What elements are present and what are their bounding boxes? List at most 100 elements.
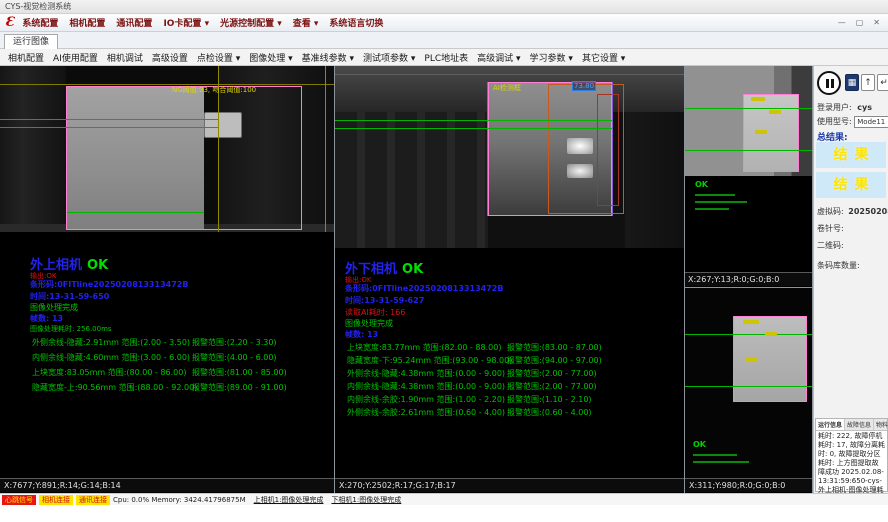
ai-box-label: AI检测框	[493, 83, 521, 93]
info-panel: 运行信息 故障信息 物料信息 耗时: 222, 故障停机耗时: 17, 故障分离…	[815, 418, 888, 492]
pixel-coordinates: X:311;Y:980;R:0;G:0;B:0	[685, 478, 812, 492]
needle-row: 卷针号:	[817, 223, 844, 234]
alarm-range: 报警范围:(2.20 - 3.30)	[192, 337, 277, 348]
preview-bottom-image[interactable]: OK	[685, 288, 812, 478]
menu-io-config[interactable]: IO卡配置 ▾	[163, 16, 209, 29]
app-window: CYS-视觉检测系统 Ɛ 系统配置 相机配置 通讯配置 IO卡配置 ▾ 光源控制…	[0, 0, 888, 522]
window-title: CYS-视觉检测系统	[5, 2, 71, 11]
tab-material-info[interactable]: 物料信息	[874, 419, 888, 430]
alarm-range: 报警范围:(94.00 - 97.00)	[507, 355, 602, 366]
measure-text: 上块宽度:83.77mm 范围:(82.00 - 88.00)	[347, 342, 507, 353]
tab-run-image[interactable]: 运行图像	[4, 34, 58, 49]
menu-camera-config[interactable]: 相机配置	[69, 16, 105, 29]
tab-fault-info[interactable]: 故障信息	[845, 419, 874, 430]
measure-text: 上块宽度:83.05mm 范围:(80.00 - 86.00)	[32, 367, 192, 378]
pixel-coordinates: X:270;Y:2502;R:17;G:17;B:17	[335, 478, 684, 492]
tool-camera-debug[interactable]: 相机调试	[107, 51, 143, 64]
alarm-range: 报警范围:(4.00 - 6.00)	[192, 352, 277, 363]
maximize-icon[interactable]: ▢	[856, 18, 864, 27]
measure-line-green	[0, 119, 218, 120]
alarm-range: 报警范围:(81.00 - 85.00)	[192, 367, 287, 378]
preview-ok-label: OK	[695, 180, 708, 189]
menu-system-config[interactable]: 系统配置	[22, 16, 58, 29]
measure-line-green	[67, 212, 204, 213]
virtual-code-label: 虚拟码:	[817, 207, 844, 216]
alarm-range: 报警范围:(0.60 - 4.00)	[507, 407, 592, 418]
tool-spot-check[interactable]: 点检设置 ▾	[197, 51, 240, 64]
tool-plc-address[interactable]: PLC地址表	[424, 51, 468, 64]
menu-view[interactable]: 查看 ▾	[293, 16, 319, 29]
pixel-coordinates: X:267;Y:13;R:0;G:0;B:0	[685, 272, 812, 286]
center-camera-panel: AI检测框 73.80 外下相机OK 输出:OK 条形码:0FITline202…	[335, 66, 684, 493]
measure-text: 内侧余线-余胶:1.90mm 范围:(1.00 - 2.20)	[347, 394, 507, 405]
measurement-row: 隐藏宽度-上:90.56mm 范围:(88.00 - 92.00) 报警范围:(…	[32, 382, 332, 393]
preview-info-line	[693, 461, 749, 463]
qrcode-label: 二维码:	[817, 241, 844, 250]
measure-text: 隐藏宽度-上:90.56mm 范围:(88.00 - 92.00)	[32, 382, 192, 393]
needle-label: 卷针号:	[817, 224, 844, 233]
frame-count: 帧数: 13	[345, 329, 378, 340]
model-select[interactable]: Mode11	[854, 116, 888, 128]
overlay-yellow-line	[0, 84, 334, 85]
annotation-tag	[743, 320, 759, 324]
frame-count: 帧数: 13	[30, 313, 63, 324]
info-tabs: 运行信息 故障信息 物料信息	[816, 419, 887, 431]
titlebar: CYS-视觉检测系统	[0, 0, 888, 14]
right-sidebar: ▦ ↑ ↵ 登录用户: cys 使用型号: Mode11 总结果: 结果 结果 …	[813, 66, 888, 493]
left-camera-panel: NG阈值:93, 吻合阈值:100 外上相机OK 输出:OK 条形码:0FITl…	[0, 66, 334, 493]
camera-link-badge: 相机连接	[39, 495, 73, 505]
annotation-tag	[765, 332, 777, 336]
menu-light-config[interactable]: 光源控制配置 ▾	[220, 16, 282, 29]
tool-other-settings[interactable]: 其它设置 ▾	[582, 51, 625, 64]
upper-camera-status: 上相机1:图像处理完成	[254, 495, 324, 505]
pause-button[interactable]	[817, 71, 841, 95]
tab-run-info[interactable]: 运行信息	[816, 419, 845, 430]
process-status: 图像处理完成	[345, 318, 393, 329]
pixel-coordinates: X:7677;Y:891;R:14;G:14;B:14	[0, 478, 334, 492]
center-camera-image[interactable]: AI检测框 73.80	[335, 66, 684, 248]
measurement-row: 上块宽度:83.05mm 范围:(80.00 - 86.00) 报警范围:(81…	[32, 367, 332, 378]
preview-top-image[interactable]	[685, 66, 812, 176]
heartbeat-badge: 心跳信号	[2, 495, 36, 505]
model-row: 使用型号: Mode11	[817, 116, 888, 128]
measure-line-green	[685, 108, 812, 109]
tool-camera-config[interactable]: 相机配置	[8, 51, 44, 64]
alarm-range: 报警范围:(1.10 - 2.10)	[507, 394, 592, 405]
preview-column: OK X:267;Y:13;R:0;G:0;B:0 OK X:311;Y:980…	[685, 66, 812, 493]
time-text: 时间:13-31-59-627	[345, 295, 424, 306]
main-area: NG阈值:93, 吻合阈值:100 外上相机OK 输出:OK 条形码:0FITl…	[0, 66, 888, 493]
preview-info-line	[695, 194, 735, 196]
annotation-tag	[751, 97, 765, 101]
machine-background	[625, 112, 684, 248]
login-label: 登录用户:	[817, 103, 852, 112]
close-icon[interactable]: ✕	[873, 18, 880, 27]
connector-tab	[204, 112, 242, 138]
tool-advanced-settings[interactable]: 高级设置	[152, 51, 188, 64]
model-label: 使用型号:	[817, 117, 852, 126]
minimize-icon[interactable]: —	[838, 18, 846, 27]
tool-image-processing[interactable]: 图像处理 ▾	[249, 51, 292, 64]
process-time: 图像处理耗时: 256.00ms	[30, 324, 112, 334]
measure-line-green	[335, 128, 612, 129]
menu-language[interactable]: 系统语言切换	[329, 16, 383, 29]
measure-line-green	[335, 120, 612, 121]
guide-line-violet	[487, 82, 488, 216]
menu-comm-config[interactable]: 通讯配置	[116, 16, 152, 29]
arrow-up-button[interactable]: ↑	[861, 74, 875, 91]
return-button[interactable]: ↵	[877, 74, 888, 91]
virtual-code-row: 虚拟码: 20250208	[817, 206, 888, 217]
measurement-row: 外侧余线-隐藏:4.38mm 范围:(0.00 - 9.00) 报警范围:(2.…	[347, 368, 677, 379]
virtual-code-value: 20250208	[848, 207, 888, 216]
capture-button[interactable]: ▦	[845, 74, 859, 91]
measure-line-green	[685, 386, 812, 387]
measurement-row: 隐藏宽度-下:95.24mm 范围:(93.00 - 98.00) 报警范围:(…	[347, 355, 677, 366]
tool-learning-params[interactable]: 学习参数 ▾	[530, 51, 573, 64]
measure-line-green	[685, 150, 812, 151]
tool-advanced-debug[interactable]: 高级调试 ▾	[477, 51, 520, 64]
bright-feature	[567, 164, 593, 178]
tool-test-params[interactable]: 测试项参数 ▾	[363, 51, 415, 64]
login-row: 登录用户: cys	[817, 102, 872, 113]
tool-ai-usage-config[interactable]: AI使用配置	[53, 51, 98, 64]
tool-baseline-params[interactable]: 基准线参数 ▾	[302, 51, 354, 64]
left-camera-image[interactable]: NG阈值:93, 吻合阈值:100	[0, 66, 334, 232]
